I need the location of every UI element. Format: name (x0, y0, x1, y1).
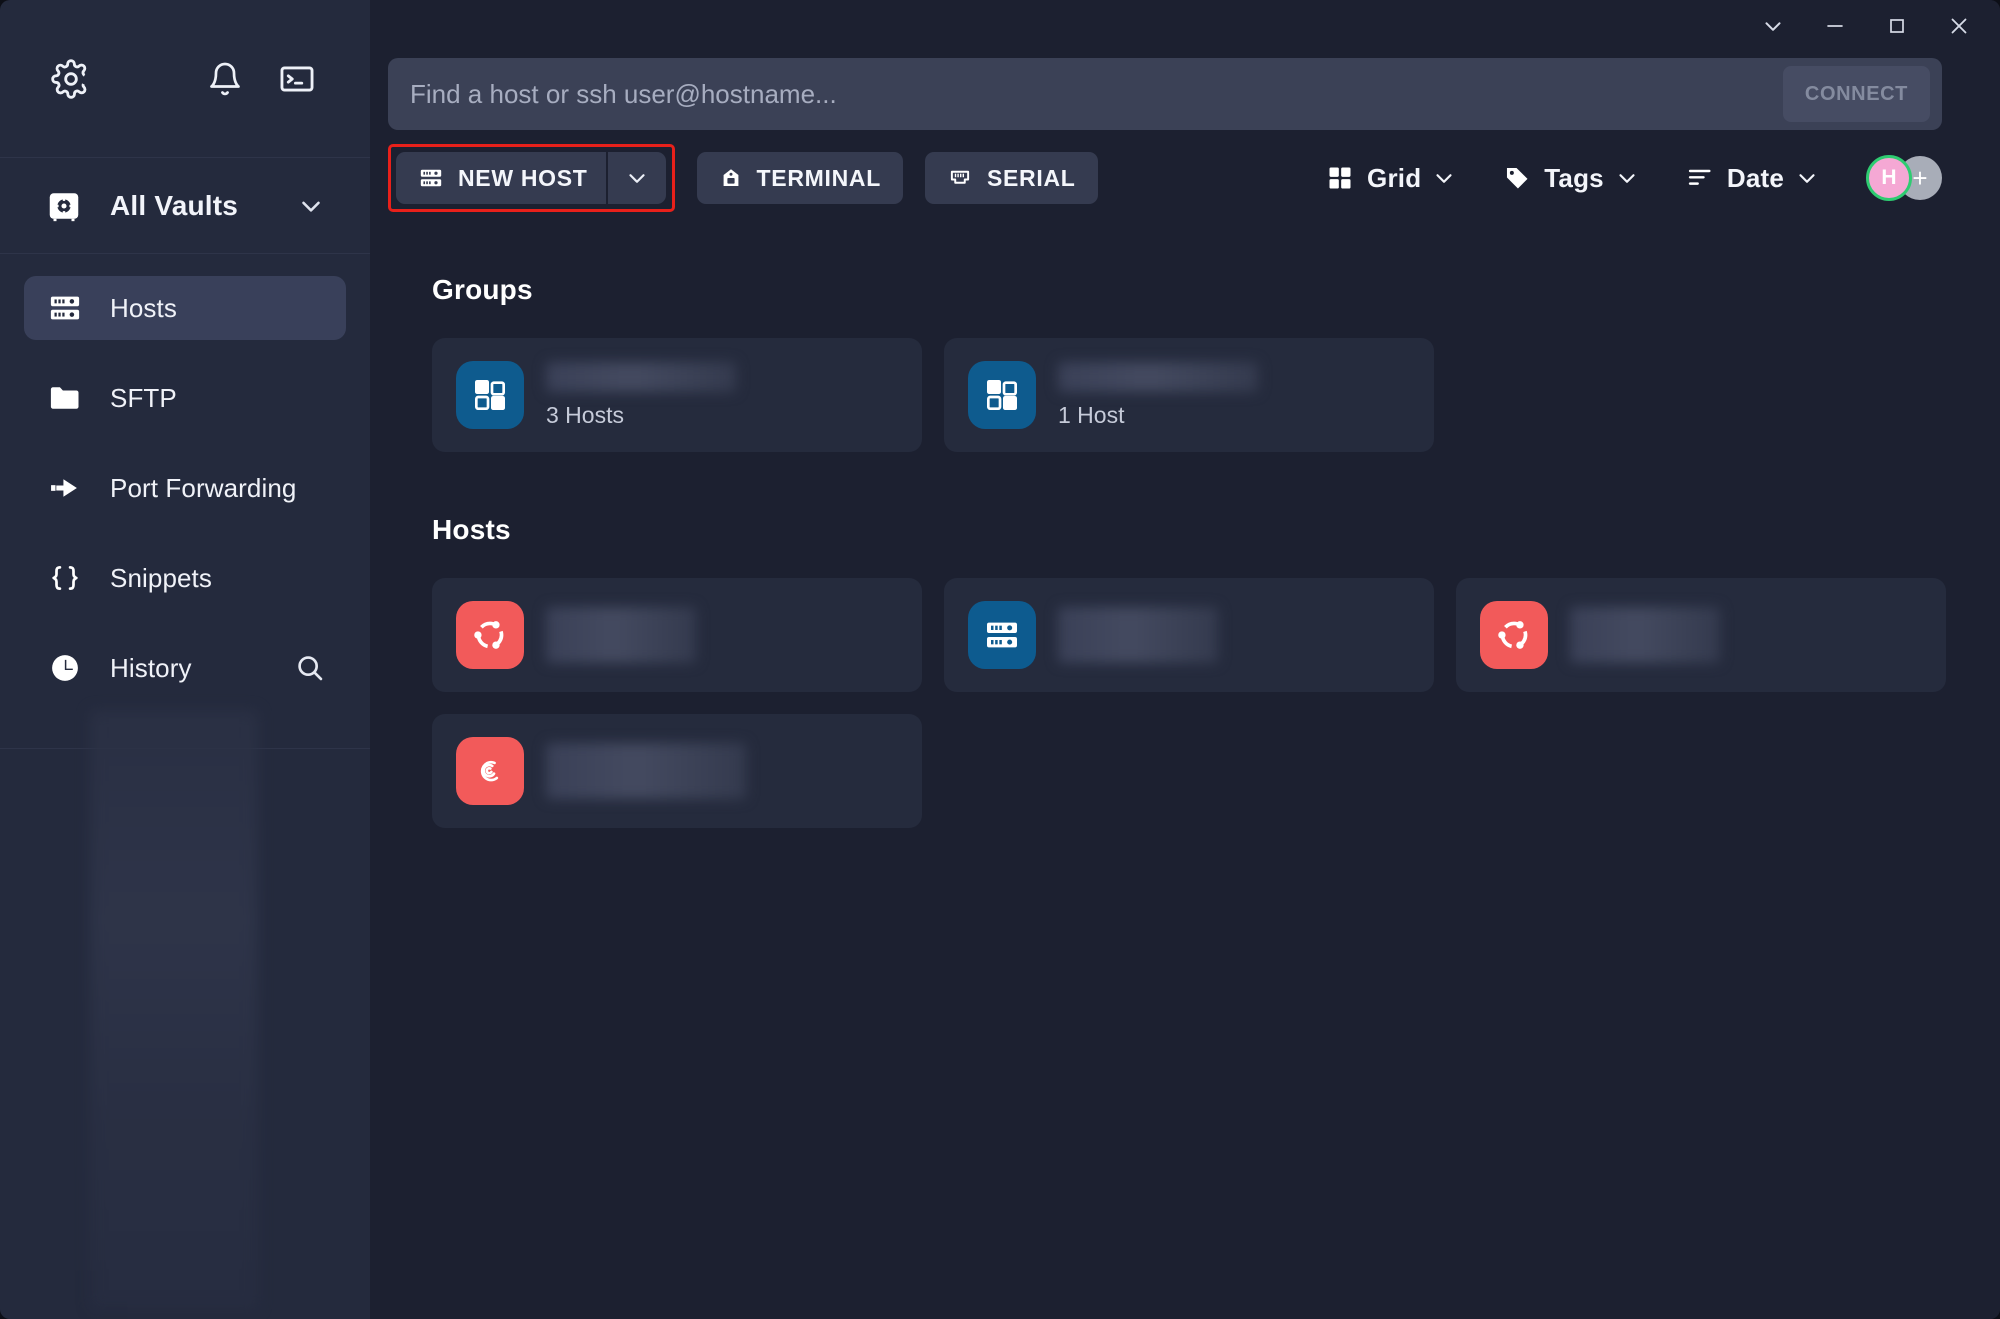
host-card[interactable] (432, 578, 922, 692)
group-card-text: 3 Hosts (546, 362, 898, 429)
sort-label: Date (1727, 163, 1784, 194)
bell-icon[interactable] (202, 56, 248, 102)
termius-window: All Vaults (0, 0, 2000, 1319)
new-host-button[interactable]: NEW HOST (396, 152, 606, 204)
view-mode-label: Grid (1367, 163, 1421, 194)
sidebar-nav: Hosts SFTP Port Forwarding (0, 254, 370, 726)
host-card[interactable] (944, 578, 1434, 692)
search-input[interactable] (410, 79, 1783, 110)
groups-title: Groups (432, 274, 1942, 306)
hosts-title: Hosts (432, 514, 1942, 546)
host-card-text (1570, 607, 1922, 663)
host-name-redacted (546, 607, 696, 663)
content-area: Groups 3 Host (370, 226, 2000, 1319)
avatar[interactable]: H (1866, 155, 1912, 201)
tags-dropdown[interactable]: Tags (1503, 163, 1640, 194)
debian-icon (456, 737, 524, 805)
sidebar-item-label: Hosts (110, 293, 177, 324)
toolbar: NEW HOST TERMINAL (370, 130, 2000, 226)
chevron-down-icon (1794, 165, 1820, 191)
group-card[interactable]: 1 Host (944, 338, 1434, 452)
host-name-redacted (546, 743, 746, 799)
new-host-dropdown-button[interactable] (608, 152, 666, 204)
sidebar-redacted-block (90, 710, 258, 1310)
hosts-grid (432, 578, 1942, 828)
sidebar: All Vaults (0, 0, 370, 1319)
search-icon[interactable] (294, 652, 326, 684)
host-name-redacted (1570, 607, 1720, 663)
sidebar-item-label: History (110, 653, 192, 684)
host-card-text (546, 607, 898, 663)
clock-icon (44, 647, 86, 689)
host-card-text (546, 743, 898, 799)
braces-icon (44, 557, 86, 599)
minimize-button[interactable] (1804, 0, 1866, 52)
terminal-label: TERMINAL (757, 165, 881, 192)
sidebar-item-hosts[interactable]: Hosts (24, 276, 346, 340)
vault-icon (44, 186, 84, 226)
vault-selector[interactable]: All Vaults (0, 158, 370, 254)
group-card[interactable]: 3 Hosts (432, 338, 922, 452)
ubuntu-icon (456, 601, 524, 669)
chevron-down-icon[interactable] (1742, 0, 1804, 52)
folder-icon (44, 377, 86, 419)
group-host-count: 3 Hosts (546, 402, 898, 429)
search-bar[interactable]: CONNECT (388, 58, 1942, 130)
group-icon (968, 361, 1036, 429)
server-icon (968, 601, 1036, 669)
sidebar-item-label: Port Forwarding (110, 473, 296, 504)
groups-section: Groups 3 Host (432, 274, 1942, 452)
sidebar-item-snippets[interactable]: Snippets (24, 546, 346, 610)
grid-icon (1326, 164, 1354, 192)
serial-button[interactable]: SERIAL (925, 152, 1098, 204)
new-host-highlight: NEW HOST (388, 144, 675, 212)
ubuntu-icon (1480, 601, 1548, 669)
sort-dropdown[interactable]: Date (1686, 163, 1820, 194)
sidebar-item-label: Snippets (110, 563, 212, 594)
groups-grid: 3 Hosts (432, 338, 1942, 452)
connect-button[interactable]: CONNECT (1783, 66, 1930, 122)
sidebar-item-label: SFTP (110, 383, 177, 414)
hosts-section: Hosts (432, 514, 1942, 828)
sidebar-top-icons (0, 0, 370, 158)
new-host-label: NEW HOST (458, 165, 588, 192)
vault-label: All Vaults (110, 190, 296, 222)
sort-icon (1686, 164, 1714, 192)
chevron-down-icon[interactable] (296, 191, 326, 221)
group-name-redacted (1058, 362, 1258, 392)
serial-port-icon (947, 165, 973, 191)
view-mode-dropdown[interactable]: Grid (1326, 163, 1457, 194)
host-card-text (1058, 607, 1410, 663)
group-card-text: 1 Host (1058, 362, 1410, 429)
forward-arrows-icon (44, 467, 86, 509)
serial-label: SERIAL (987, 165, 1076, 192)
sidebar-item-sftp[interactable]: SFTP (24, 366, 346, 430)
sidebar-item-port-forwarding[interactable]: Port Forwarding (24, 456, 346, 520)
group-name-redacted (546, 362, 736, 392)
tag-icon (1503, 164, 1531, 192)
host-name-redacted (1058, 607, 1218, 663)
group-icon (456, 361, 524, 429)
chevron-down-icon (1431, 165, 1457, 191)
window-titlebar (370, 0, 2000, 58)
terminal-icon[interactable] (274, 56, 320, 102)
search-bar-container: CONNECT (370, 58, 2000, 130)
server-icon (44, 287, 86, 329)
gear-icon[interactable] (48, 56, 94, 102)
group-host-count: 1 Host (1058, 402, 1410, 429)
terminal-button[interactable]: TERMINAL (697, 152, 903, 204)
main-area: CONNECT (370, 0, 2000, 1319)
maximize-button[interactable] (1866, 0, 1928, 52)
sidebar-item-history[interactable]: History (24, 636, 346, 700)
avatar-group: H + (1866, 155, 1942, 201)
tags-label: Tags (1544, 163, 1604, 194)
host-card[interactable] (432, 714, 922, 828)
shell-icon (719, 166, 743, 190)
close-button[interactable] (1928, 0, 1990, 52)
host-card[interactable] (1456, 578, 1946, 692)
server-icon (418, 165, 444, 191)
chevron-down-icon (1614, 165, 1640, 191)
